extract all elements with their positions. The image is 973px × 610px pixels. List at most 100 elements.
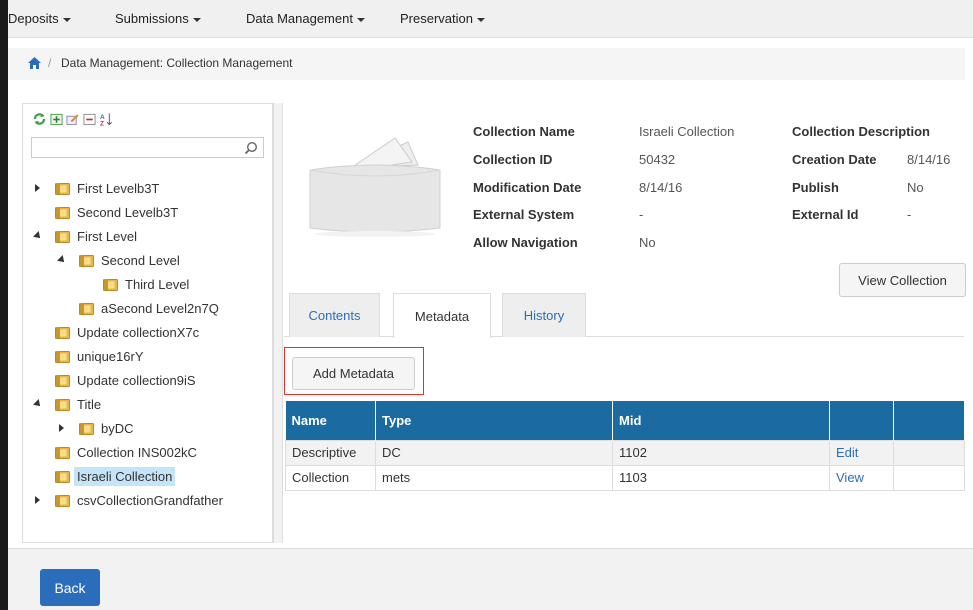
folder-icon	[79, 422, 94, 435]
sort-az-icon[interactable]: A Z	[100, 112, 113, 126]
nav-submissions-label: Submissions	[115, 11, 189, 26]
tree-search-input[interactable]	[31, 137, 264, 158]
caret-down-icon	[476, 17, 485, 22]
collection-name-value: Israeli Collection	[639, 124, 735, 139]
add-metadata-button[interactable]: Add Metadata	[292, 357, 415, 390]
allow-navigation-value: No	[639, 235, 656, 250]
nav-data-management[interactable]: Data Management	[246, 11, 365, 26]
nav-data-management-label: Data Management	[246, 11, 353, 26]
expand-arrow-icon[interactable]	[35, 496, 40, 504]
cell-name: Collection	[285, 464, 376, 491]
column-header-action	[829, 401, 894, 440]
tree-node[interactable]: Israeli Collection	[55, 466, 176, 486]
cell-name: Descriptive	[285, 439, 376, 466]
edit-link[interactable]: Edit	[829, 439, 894, 466]
external-id-value: -	[907, 207, 912, 222]
nav-preservation-label: Preservation	[400, 11, 473, 26]
collection-id-label: Collection ID	[473, 152, 553, 167]
table-header-row: Name Type Mid	[285, 401, 965, 440]
tree-node-label: Title	[77, 396, 102, 412]
column-header-name[interactable]: Name	[285, 401, 376, 440]
collection-thumbnail	[309, 137, 441, 237]
tree-node[interactable]: First Level	[33, 226, 137, 246]
cell-type: DC	[375, 439, 613, 466]
tab-contents[interactable]: Contents	[289, 293, 380, 337]
tree-node-label: aSecond Level2n7Q	[101, 300, 219, 316]
refresh-icon[interactable]	[33, 112, 46, 126]
view-collection-button[interactable]: View Collection	[839, 263, 966, 297]
nav-submissions[interactable]: Submissions	[115, 11, 201, 26]
tab-metadata[interactable]: Metadata	[393, 293, 491, 338]
publish-label: Publish	[792, 180, 839, 195]
tree-node[interactable]: Collection INS002kC	[55, 442, 197, 462]
nav-preservation[interactable]: Preservation	[400, 11, 485, 26]
tree-node-label: Second Level	[101, 252, 180, 268]
folder-icon	[55, 398, 70, 411]
creation-date-label: Creation Date	[792, 152, 877, 167]
collection-tree-panel: A Z First Levelb3T Second Levelb3T First L…	[22, 103, 273, 543]
column-header-mid[interactable]: Mid	[612, 401, 830, 440]
collection-description-label: Collection Description	[792, 124, 930, 139]
collapse-arrow-icon[interactable]	[33, 399, 43, 409]
tree-node[interactable]: Title	[33, 394, 102, 414]
tree-node[interactable]: unique16rY	[55, 346, 144, 366]
panel-splitter[interactable]	[273, 103, 283, 543]
expand-arrow-icon[interactable]	[59, 424, 64, 432]
tree-node[interactable]: First Levelb3T	[35, 178, 159, 198]
tree-node-label: Second Levelb3T	[77, 204, 179, 220]
tree-node-label: csvCollectionGrandfather	[77, 492, 223, 508]
column-header-type[interactable]: Type	[375, 401, 613, 440]
modification-date-label: Modification Date	[473, 180, 582, 195]
cell-type: mets	[375, 464, 613, 491]
folder-icon	[55, 374, 70, 387]
tree-node[interactable]: Second Level	[57, 250, 180, 270]
breadcrumb-separator: /	[48, 56, 52, 70]
tree-node[interactable]: aSecond Level2n7Q	[79, 298, 219, 318]
breadcrumb-current: Data Management: Collection Management	[61, 56, 293, 70]
folder-icon	[55, 446, 70, 459]
tree-node[interactable]: Update collection9iS	[55, 370, 196, 390]
folder-icon	[55, 182, 70, 195]
folder-icon	[55, 230, 70, 243]
tree-node[interactable]: csvCollectionGrandfather	[35, 490, 223, 510]
tree-node-label: Collection INS002kC	[77, 444, 197, 460]
expand-arrow-icon[interactable]	[35, 184, 40, 192]
add-node-icon[interactable]	[50, 112, 63, 126]
home-icon[interactable]	[28, 57, 41, 69]
top-nav: Deposits Submissions Data Management Pre…	[8, 0, 973, 38]
footer-bar	[8, 548, 973, 610]
tree-node-label: First Level	[77, 228, 137, 244]
external-system-label: External System	[473, 207, 575, 222]
nav-deposits[interactable]: Deposits	[8, 11, 71, 26]
remove-node-icon[interactable]	[83, 112, 96, 126]
folder-icon	[55, 206, 70, 219]
folder-icon	[79, 254, 94, 267]
tree-node-label: Update collection9iS	[77, 372, 196, 388]
tree-node-label: byDC	[101, 420, 134, 436]
folder-icon	[55, 494, 70, 507]
folder-icon	[55, 350, 70, 363]
edit-node-icon[interactable]	[66, 112, 79, 126]
collapse-arrow-icon[interactable]	[33, 231, 43, 241]
tree-node[interactable]: Update collectionX7c	[55, 322, 199, 342]
folder-icon	[55, 326, 70, 339]
folder-icon	[79, 302, 94, 315]
search-icon[interactable]	[244, 141, 258, 155]
caret-down-icon	[192, 17, 201, 22]
breadcrumb: / Data Management: Collection Management	[8, 48, 965, 80]
view-link[interactable]: View	[829, 464, 894, 491]
tab-history[interactable]: History	[502, 293, 586, 337]
collection-name-label: Collection Name	[473, 124, 575, 139]
tree-node[interactable]: byDC	[59, 418, 134, 438]
collapse-arrow-icon[interactable]	[57, 255, 67, 265]
folder-icon	[103, 278, 118, 291]
metadata-table: Name Type Mid Descriptive DC 1102 Edit C…	[285, 401, 965, 491]
cell-mid: 1102	[612, 439, 830, 466]
back-button[interactable]: Back	[40, 569, 100, 606]
tree-node-label: Israeli Collection	[74, 466, 176, 486]
table-row: Collection mets 1103 View	[285, 464, 965, 491]
tree-node[interactable]: Second Levelb3T	[55, 202, 178, 222]
tabs-baseline	[284, 336, 964, 337]
tree-node[interactable]: Third Level	[103, 274, 189, 294]
svg-text:Z: Z	[100, 121, 104, 127]
